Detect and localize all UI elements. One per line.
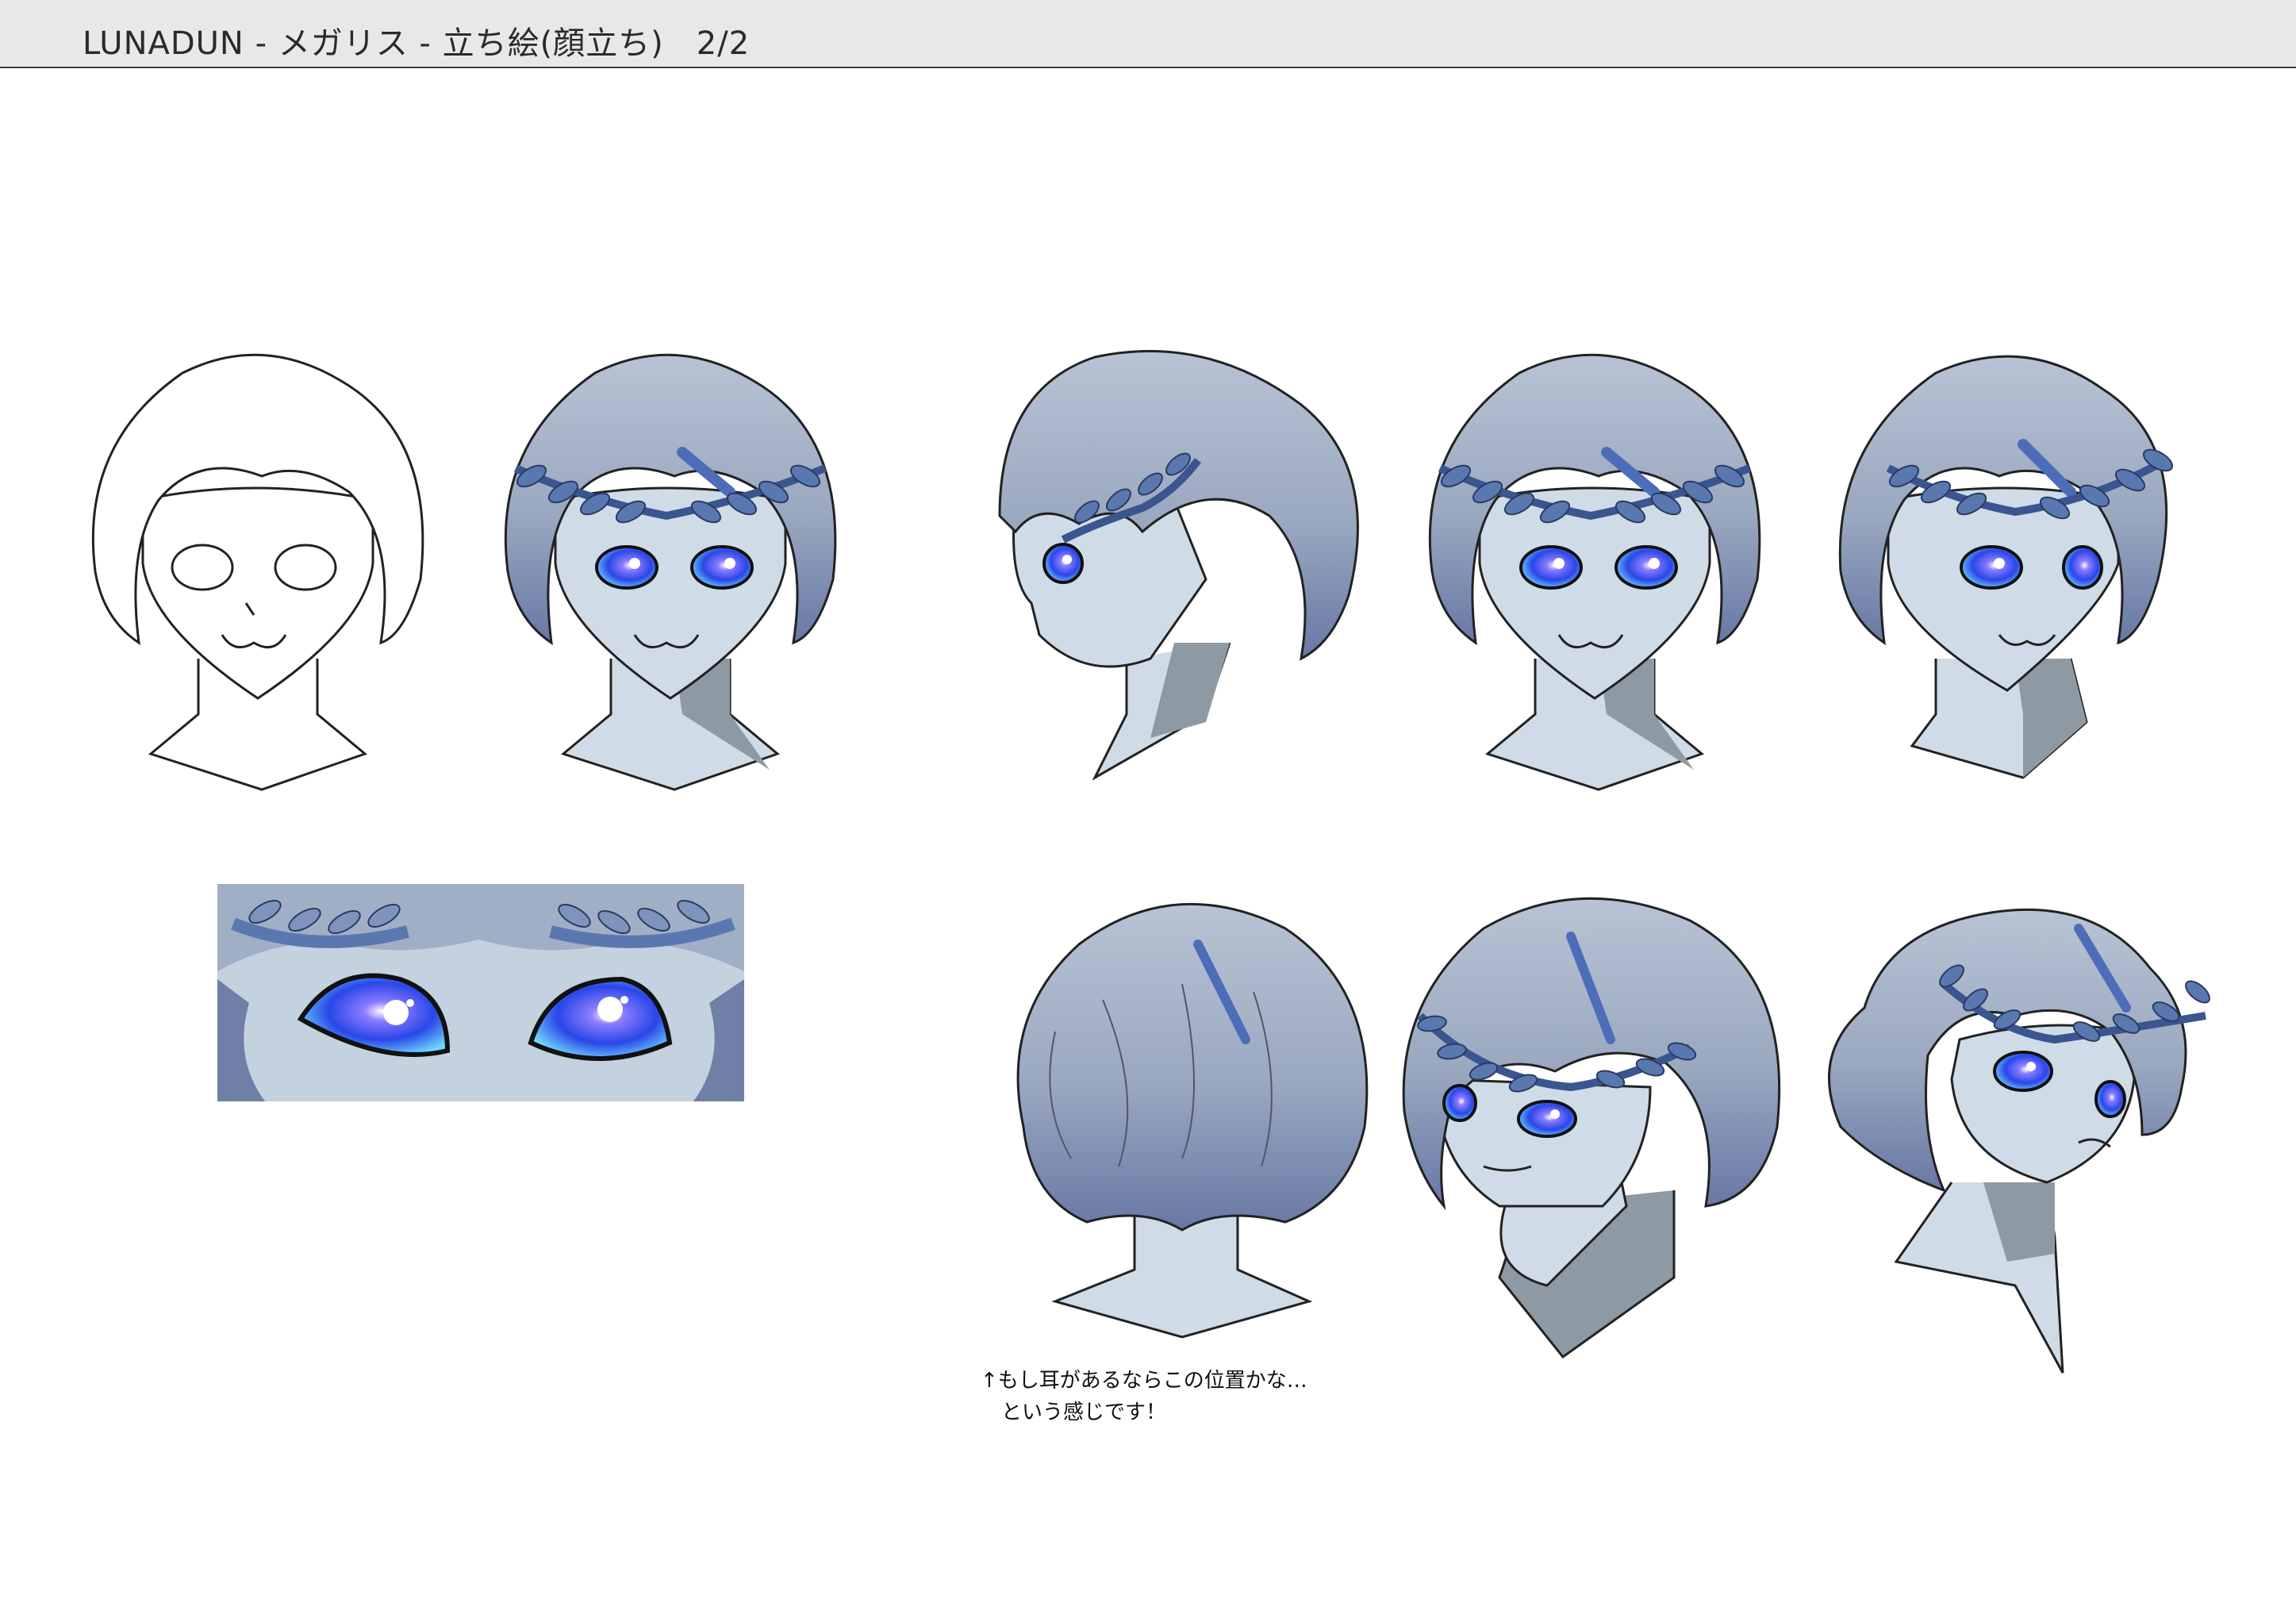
note-line-1: ↑もし耳があるならこの位置かな… <box>981 1369 1307 1393</box>
three-quarter-right-head-icon <box>1817 341 2213 786</box>
profile-left-head-icon <box>968 341 1380 786</box>
colored-front-head-icon <box>476 341 865 794</box>
eyes-closeup-icon <box>217 884 744 1101</box>
tilted-up-head-icon <box>1809 897 2237 1389</box>
colored-front-head-icon <box>1396 341 1793 794</box>
back-view-head-icon <box>984 897 1396 1341</box>
page-title: LUNADUN - メガリス - 立ち絵(顔立ち) 2/2 <box>83 25 751 62</box>
lineart-front-head-icon <box>63 341 444 794</box>
page-header: LUNADUN - メガリス - 立ち絵(顔立ち) 2/2 <box>0 0 2296 68</box>
note-line-2: という感じです！ <box>981 1401 1167 1424</box>
tilted-down-head-icon <box>1388 889 1801 1365</box>
ear-position-note: ↑もし耳があるならこの位置かな… という感じです！ <box>981 1365 1307 1428</box>
